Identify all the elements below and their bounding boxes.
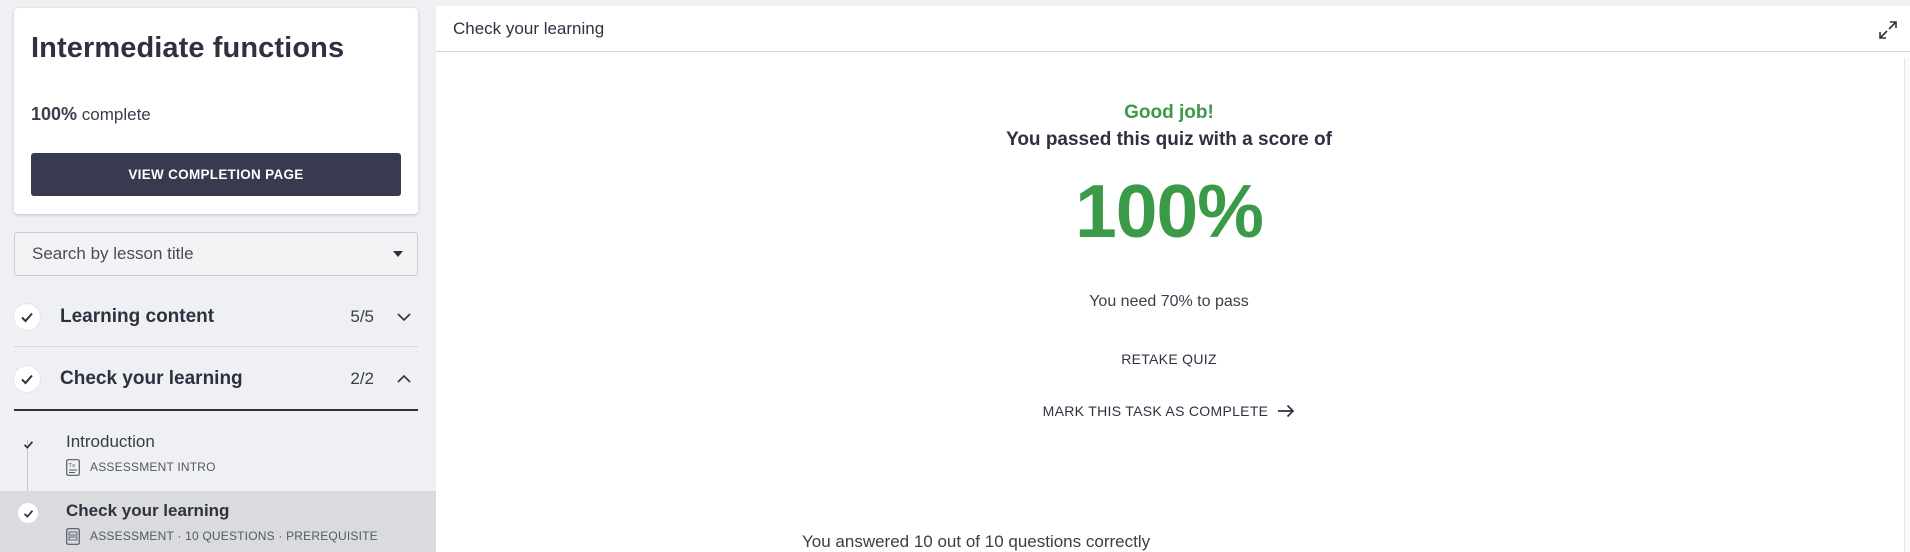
quiz-result-panel: Check your learning Good job! You passed… (436, 6, 1910, 552)
view-completion-page-button[interactable]: VIEW COMPLETION PAGE (31, 153, 401, 196)
quiz-document-icon (66, 527, 80, 545)
panel-header: Check your learning (436, 6, 1910, 52)
check-icon (14, 366, 40, 392)
quiz-score: 100% (1075, 169, 1264, 253)
course-title: Intermediate functions (31, 32, 345, 64)
lesson-meta-text: ASSESSMENT INTRO (90, 460, 216, 474)
lesson-item-introduction[interactable]: Introduction Tx ASSESSMENT INTRO (0, 422, 436, 492)
caret-down-icon (393, 251, 403, 257)
progress-percent: 100% (31, 104, 78, 124)
text-document-icon: Tx (66, 458, 80, 476)
section-title: Learning content (60, 305, 215, 327)
progress-suffix: complete (81, 105, 151, 124)
pass-requirement: You need 70% to pass (1089, 293, 1249, 310)
lesson-title: Introduction (66, 432, 155, 451)
progress-text: 100% complete (31, 104, 151, 125)
chevron-down-icon[interactable] (396, 309, 412, 325)
answered-summary: You answered 10 out of 10 questions corr… (802, 532, 1151, 551)
check-icon (18, 434, 38, 454)
lesson-search-dropdown[interactable]: Search by lesson title (14, 232, 418, 276)
lesson-item-check-your-learning[interactable]: Check your learning ASSESSMENT · 10 QUES… (0, 491, 436, 552)
scrollbar[interactable] (1904, 58, 1910, 552)
section-learning-content[interactable]: Learning content 5/5 (14, 287, 418, 347)
lesson-meta: ASSESSMENT · 10 QUESTIONS · PREREQUISITE (66, 527, 378, 545)
result-headline: Good job! (1124, 102, 1214, 123)
quiz-result: Good job! You passed this quiz with a sc… (436, 52, 1910, 552)
expand-icon[interactable] (1876, 18, 1900, 42)
lesson-meta: Tx ASSESSMENT INTRO (66, 458, 216, 476)
chevron-up-icon[interactable] (396, 371, 412, 387)
section-count: 5/5 (350, 306, 374, 326)
lesson-title: Check your learning (66, 501, 230, 520)
arrow-right-icon (1278, 404, 1295, 418)
sidebar: Intermediate functions 100% complete VIE… (0, 0, 436, 552)
lesson-meta-text: ASSESSMENT · 10 QUESTIONS · PREREQUISITE (90, 529, 378, 543)
search-placeholder: Search by lesson title (32, 244, 194, 263)
course-progress-card: Intermediate functions 100% complete VIE… (14, 8, 418, 214)
section-title: Check your learning (60, 368, 243, 389)
check-icon (18, 503, 38, 523)
retake-quiz-button[interactable]: RETAKE QUIZ (1119, 347, 1219, 371)
section-check-your-learning[interactable]: Check your learning 2/2 (14, 349, 418, 411)
panel-title: Check your learning (453, 18, 605, 38)
result-subline: You passed this quiz with a score of (1006, 129, 1332, 150)
check-icon (14, 303, 40, 330)
mark-complete-button[interactable]: MARK THIS TASK AS COMPLETE (1039, 399, 1299, 423)
mark-complete-label: MARK THIS TASK AS COMPLETE (1042, 403, 1269, 419)
section-count: 2/2 (350, 369, 374, 388)
svg-text:Tx: Tx (68, 463, 77, 469)
